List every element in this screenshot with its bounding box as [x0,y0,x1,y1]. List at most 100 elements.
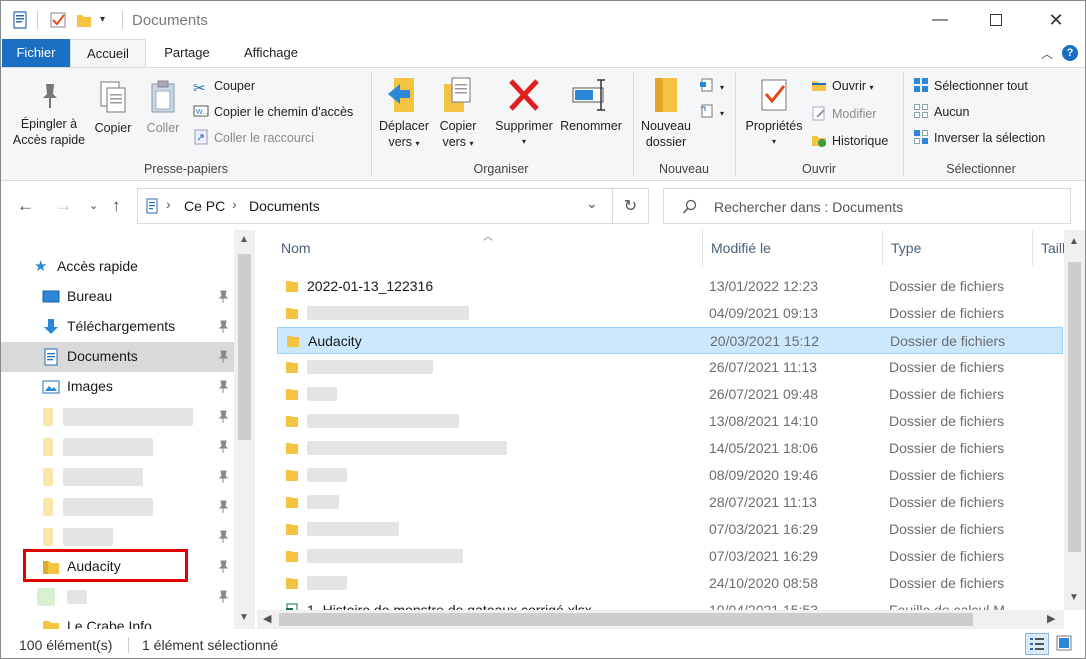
nav-scrollbar[interactable]: ▲ ▼ [234,230,255,629]
scroll-up-icon[interactable]: ▲ [1069,236,1079,247]
pin-icon[interactable] [217,350,229,364]
nav-item-redacted[interactable] [1,582,234,612]
pin-icon[interactable] [217,590,229,604]
table-row[interactable]: 28/07/2021 11:13 Dossier de fichiers [277,489,1063,516]
pin-icon[interactable] [217,470,229,484]
table-row[interactable]: 14/05/2021 18:06 Dossier de fichiers [277,435,1063,462]
table-row[interactable]: 26/07/2021 09:48 Dossier de fichiers [277,381,1063,408]
tab-partage[interactable]: Partage [151,39,223,67]
explorer-properties-icon[interactable] [11,11,29,29]
scroll-right-icon[interactable]: ▶ [1047,612,1055,625]
pin-icon[interactable] [217,530,229,544]
nav-item-redacted[interactable] [1,462,234,492]
refresh-button[interactable]: ↻ [613,188,649,224]
new-folder-button[interactable]: Nouveau dossier [637,76,695,150]
column-header-modified[interactable]: Modifié le [703,230,883,266]
file-list-scroll-thumb[interactable] [1068,262,1081,552]
table-row[interactable]: 08/09/2020 19:46 Dossier de fichiers [277,462,1063,489]
select-all-button[interactable]: Sélectionner tout [913,76,1028,96]
table-row-selected[interactable]: Audacity 20/03/2021 15:12 Dossier de fic… [277,327,1063,354]
breadcrumb-documents[interactable]: Documents [249,198,320,214]
maximize-button[interactable] [973,1,1019,39]
back-arrow-icon[interactable]: ← [17,196,34,216]
minimize-button[interactable]: — [917,1,963,39]
table-row[interactable]: 04/09/2021 09:13 Dossier de fichiers [277,300,1063,327]
nav-item-telechargements[interactable]: Téléchargements [1,312,234,342]
modify-button[interactable]: Modifier [811,104,876,124]
invert-selection-button[interactable]: Inverser la sélection [913,128,1045,148]
select-none-button[interactable]: Aucun [913,102,969,122]
tab-fichier[interactable]: Fichier [2,39,70,67]
table-row[interactable]: 07/03/2021 16:29 Dossier de fichiers [277,516,1063,543]
delete-button[interactable]: Supprimer ▾ [491,76,557,150]
pin-icon[interactable] [217,380,229,394]
address-bar[interactable]: › Ce PC › Documents ⌄ [137,188,613,224]
paste-shortcut-button[interactable]: Coller le raccourci [193,128,314,148]
nav-item-redacted[interactable] [1,432,234,462]
file-list-vertical-scrollbar[interactable]: ▲ ▼ [1064,230,1085,610]
horizontal-scroll-thumb[interactable] [279,613,973,626]
file-list-horizontal-scrollbar[interactable]: ◀ ▶ [257,610,1064,629]
cut-button[interactable]: ✂ Couper [193,76,255,97]
tab-accueil[interactable]: Accueil [70,39,146,68]
redacted-name [307,360,433,374]
paste-button[interactable]: Coller [139,80,187,136]
open-button[interactable]: Ouvrir ▾ [811,76,874,96]
search-box[interactable] [663,188,1071,224]
nav-scroll-thumb[interactable] [238,254,251,440]
new-item-button[interactable]: ▾ [699,76,724,96]
scroll-left-icon[interactable]: ◀ [263,612,271,625]
pin-icon[interactable] [217,410,229,424]
nav-item-documents[interactable]: Documents [1,342,234,372]
table-row[interactable]: 26/07/2021 11:13 Dossier de fichiers [277,354,1063,381]
pin-quick-access-button[interactable]: Épingler à Accès rapide [9,80,89,148]
nav-item-images[interactable]: Images [1,372,234,402]
folder-icon [287,336,299,347]
large-icons-view-button[interactable] [1053,633,1077,655]
properties-check-icon[interactable] [49,11,67,29]
copy-button[interactable]: Copier [89,80,137,136]
pin-icon[interactable] [217,320,229,334]
breadcrumb-ce-pc[interactable]: Ce PC [184,198,225,214]
close-button[interactable]: ✕ [1033,1,1079,39]
scroll-down-icon[interactable]: ▼ [239,612,249,623]
copy-path-label: Copier le chemin d'accès [214,105,354,119]
help-icon[interactable]: ? [1062,45,1078,61]
column-header-type[interactable]: Type [883,230,1033,266]
table-row[interactable]: 24/10/2020 08:58 Dossier de fichiers [277,570,1063,597]
properties-button[interactable]: Propriétés ▾ [741,76,807,150]
easy-access-button[interactable]: ▾ [699,102,724,122]
address-dropdown-icon[interactable]: ⌄ [586,195,598,212]
rename-button[interactable]: Renommer [557,76,625,134]
pin-icon[interactable] [217,440,229,454]
tab-affichage[interactable]: Affichage [229,39,313,67]
nav-item-le-crabe-info[interactable]: Le Crabe Info [1,612,234,629]
move-to-button[interactable]: Déplacer vers ▾ [375,76,433,152]
history-button[interactable]: Historique [811,131,888,151]
table-row[interactable]: 2022-01-13_122316 13/01/2022 12:23 Dossi… [277,273,1063,300]
collapse-ribbon-icon[interactable]: ︿ [1041,45,1053,62]
nav-item-redacted[interactable] [1,402,234,432]
customize-quick-access-icon[interactable]: ▾ [100,14,105,25]
pin-icon[interactable] [217,500,229,514]
breadcrumb-separator-icon: › [166,196,171,212]
details-view-button[interactable] [1025,633,1049,655]
copy-to-button[interactable]: Copier vers ▾ [433,76,483,152]
forward-arrow-icon[interactable]: → [55,196,72,216]
up-arrow-icon[interactable]: ↑ [112,196,121,216]
copy-path-button[interactable]: W... Copier le chemin d'accès [193,102,353,122]
nav-quick-access[interactable]: ★ Accès rapide [1,252,234,282]
recent-locations-chevron-icon[interactable]: ⌄ [89,199,98,212]
nav-item-redacted[interactable] [1,522,234,552]
table-row[interactable]: 13/08/2021 14:10 Dossier de fichiers [277,408,1063,435]
nav-item-redacted[interactable] [1,492,234,522]
search-input[interactable] [714,197,1054,217]
table-row[interactable]: 07/03/2021 16:29 Dossier de fichiers [277,543,1063,570]
nav-item-bureau[interactable]: Bureau [1,282,234,312]
pin-icon[interactable] [217,290,229,304]
scroll-up-icon[interactable]: ▲ [239,234,249,245]
column-header-name[interactable]: Nom [273,230,703,266]
new-folder-quick-icon[interactable] [75,11,93,29]
pin-icon[interactable] [217,560,229,574]
scroll-down-icon[interactable]: ▼ [1069,592,1079,603]
